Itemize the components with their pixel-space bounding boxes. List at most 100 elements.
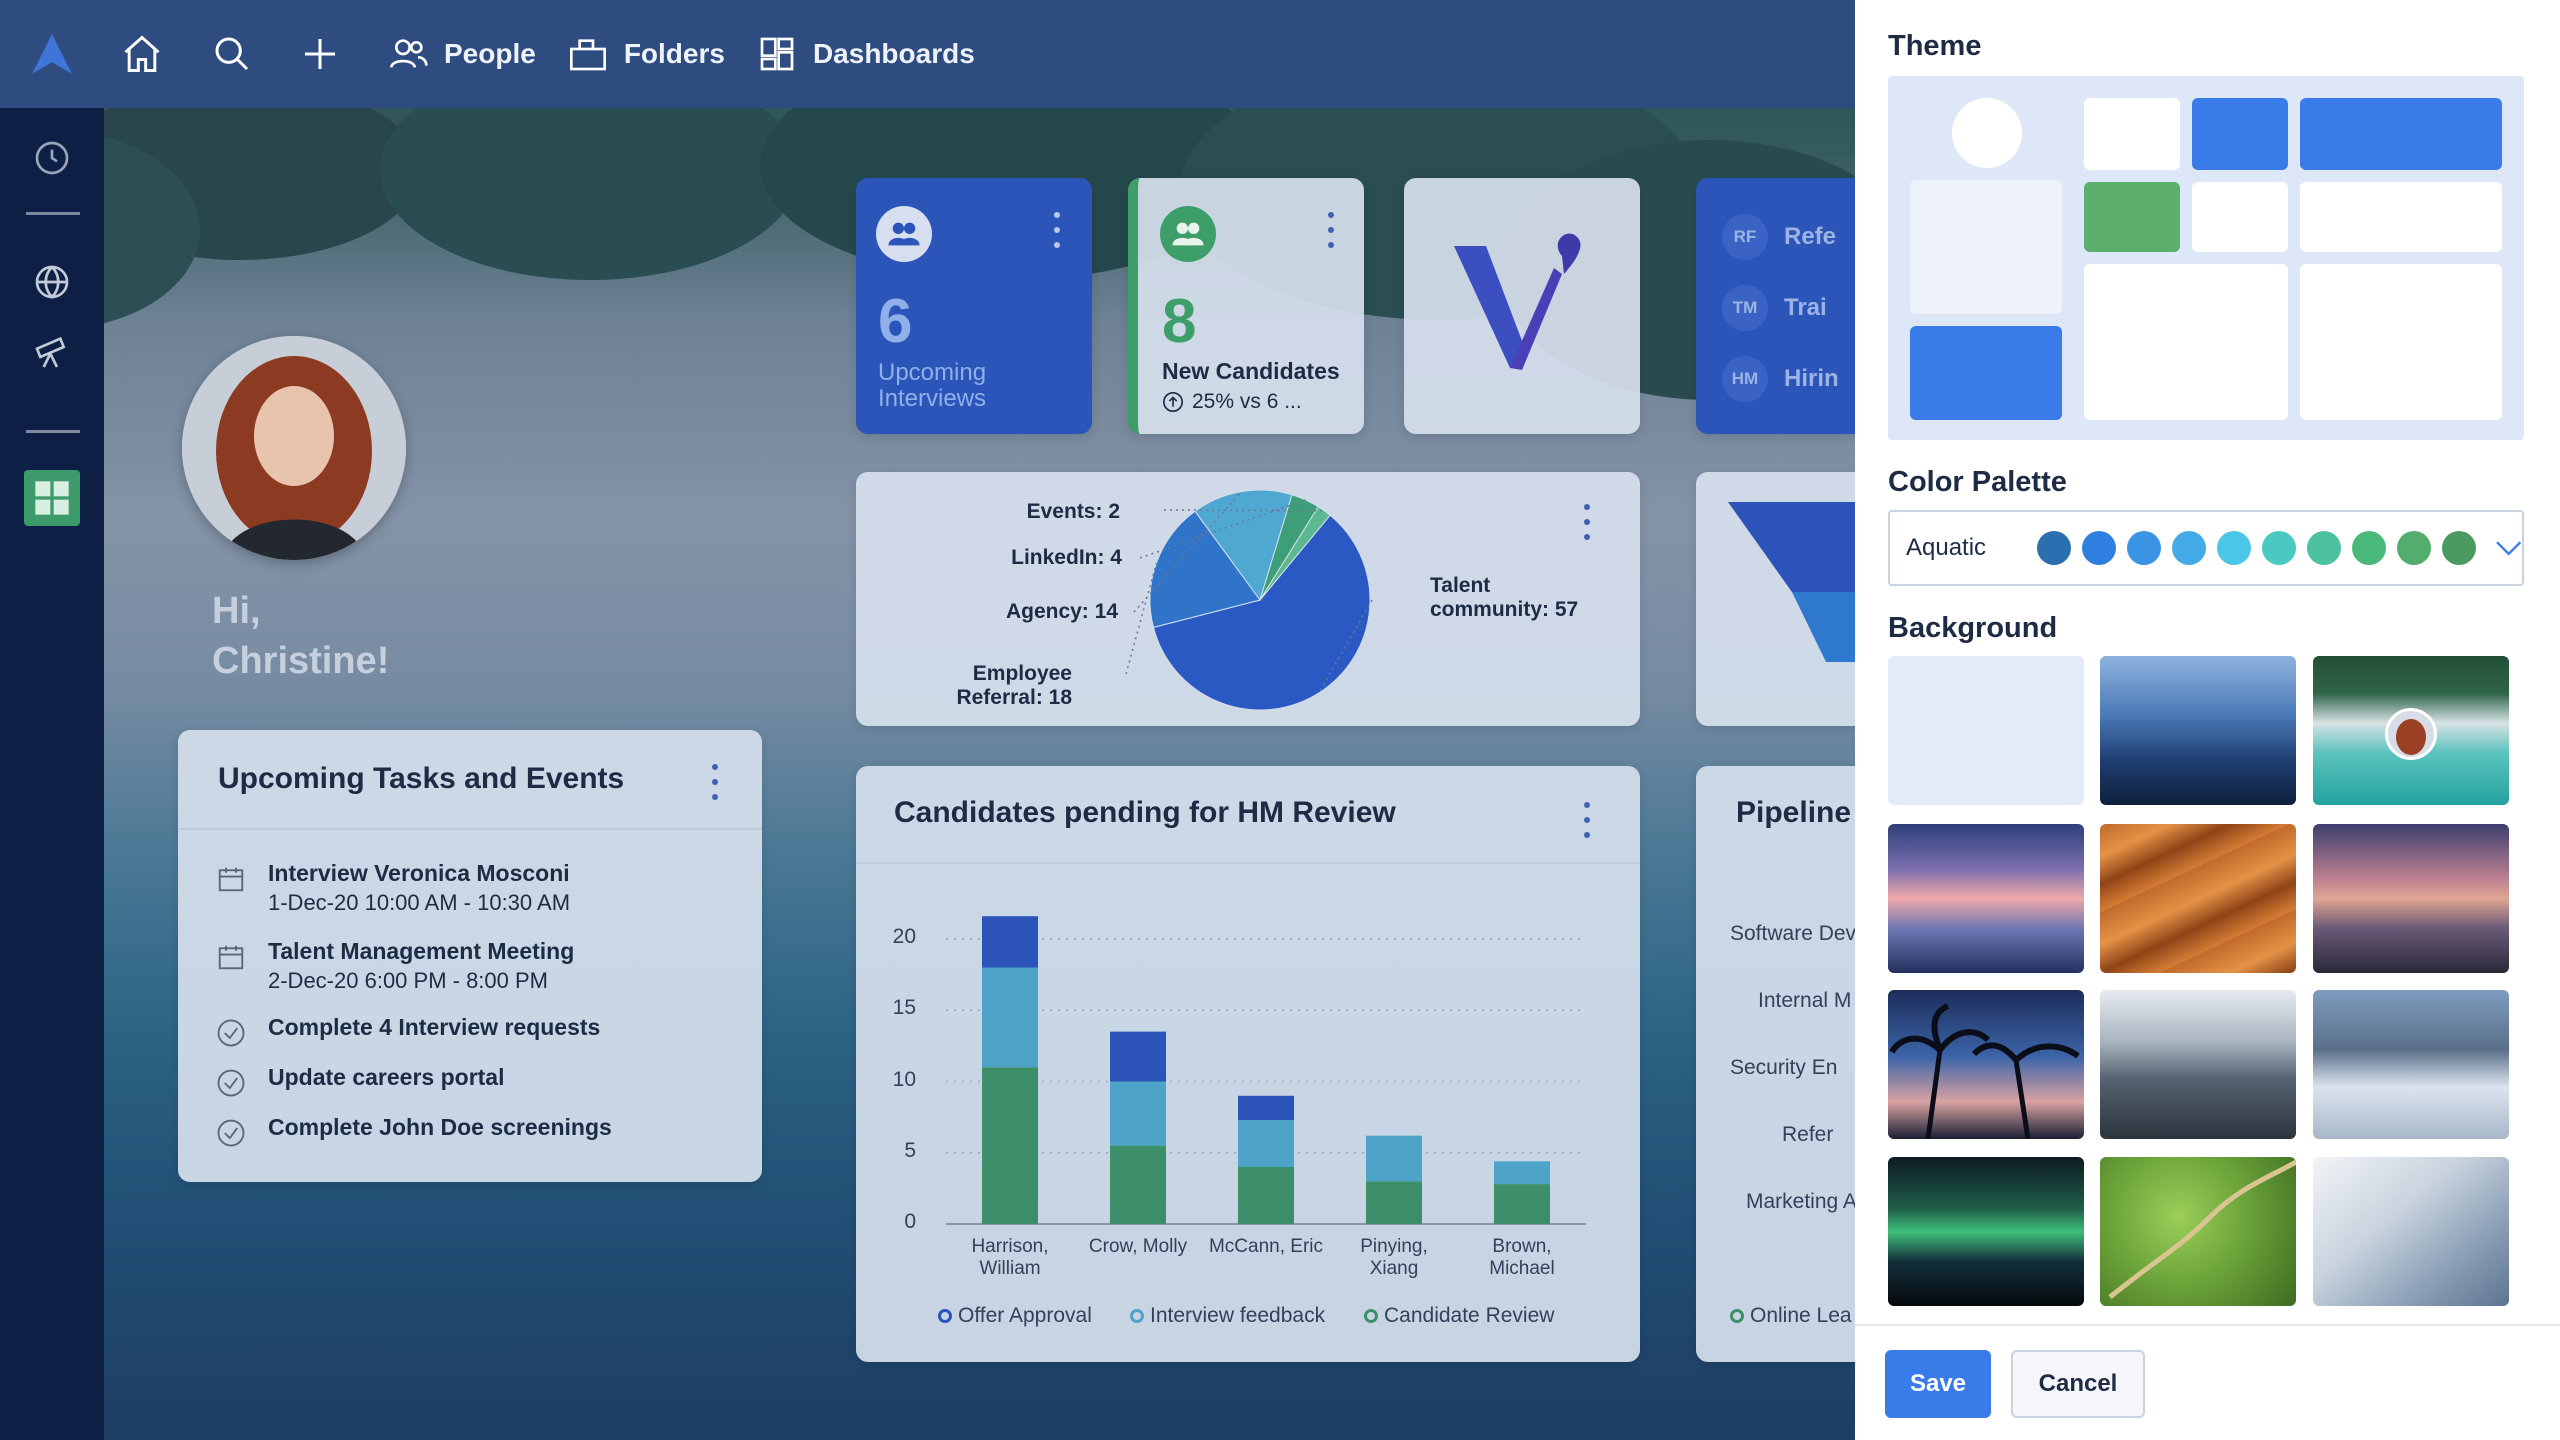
save-button[interactable]: Save (1885, 1350, 1991, 1418)
tasks-menu-icon[interactable] (700, 760, 730, 804)
background-option-sea-stacks[interactable] (2313, 824, 2509, 973)
check-circle-icon (216, 1118, 246, 1148)
theme-preview[interactable] (1888, 76, 2524, 440)
background-option-plain[interactable] (1888, 656, 2084, 805)
background-option-green-leaf[interactable] (2100, 1157, 2296, 1306)
panel-footer-divider (1855, 1324, 2560, 1326)
theme-avatar-swatch (1952, 98, 2022, 168)
background-option-sunset-lake[interactable] (1888, 824, 2084, 973)
kpi-new-candidates[interactable]: 8 New Candidates 25% vs 6 ... (1128, 178, 1364, 434)
bar-segment[interactable] (1238, 1119, 1294, 1167)
quick-link-item[interactable]: TM Trai (1722, 285, 1827, 331)
palette-swatch (2351, 531, 2386, 565)
task-item[interactable]: Complete John Doe screenings (178, 1114, 738, 1178)
palette-swatch (2261, 531, 2296, 565)
palette-swatch (2081, 531, 2116, 565)
telescope-icon[interactable] (28, 328, 76, 376)
background-option-snow-mountains[interactable] (2313, 990, 2509, 1139)
kpi-menu-icon[interactable] (1316, 208, 1346, 252)
task-item[interactable]: Talent Management Meeting 2-Dec-20 6:00 P… (178, 938, 738, 1002)
pipeline-row-label: Internal M (1758, 989, 1852, 1012)
theme-swatch (2300, 98, 2502, 170)
pie-label: LinkedIn: 4 (1011, 546, 1122, 569)
palette-swatch (2306, 531, 2341, 565)
palette-swatch (2171, 531, 2206, 565)
quick-link-label: Trai (1784, 294, 1827, 321)
quick-link-item[interactable]: HM Hirin (1722, 356, 1839, 402)
background-option-mountains[interactable] (2100, 656, 2296, 805)
add-button[interactable] (284, 0, 372, 108)
bar-segment[interactable] (982, 1067, 1038, 1224)
task-item[interactable]: Interview Veronica Mosconi 1-Dec-20 10:00… (178, 860, 738, 924)
bar-segment[interactable] (1494, 1184, 1550, 1224)
background-option-palms[interactable] (1888, 990, 2084, 1139)
dashboard-tiles-icon[interactable] (24, 470, 80, 526)
legend-label: Offer Approval (958, 1304, 1092, 1327)
kpi-value: 8 (1162, 287, 1197, 356)
sidebar-divider (26, 430, 80, 433)
legend-item[interactable]: Offer Approval (938, 1304, 1092, 1328)
app-logo-icon[interactable] (0, 0, 104, 108)
background-option-beach-selected[interactable] (2313, 656, 2509, 805)
bar-segment[interactable] (1110, 1081, 1166, 1146)
dashboards-nav[interactable]: Dashboards (741, 0, 991, 108)
palette-selected-name: Aquatic (1906, 534, 1987, 561)
background-option-dunes[interactable] (2313, 1157, 2509, 1306)
search-button[interactable] (196, 0, 284, 108)
legend-item[interactable]: Interview feedback (1130, 1304, 1325, 1328)
kpi-menu-icon[interactable] (1042, 208, 1072, 252)
theme-swatch (2300, 182, 2502, 252)
legend-label: Interview feedback (1150, 1304, 1326, 1327)
quick-link-label: Hirin (1784, 365, 1839, 392)
pipeline-title: Pipeline (1736, 796, 1852, 829)
home-icon (124, 35, 160, 72)
background-option-desert[interactable] (2100, 824, 2296, 973)
bar-segment[interactable] (1238, 1167, 1294, 1224)
kpi-delta-text: 25% vs 6 ... (1192, 390, 1302, 413)
kpi-label: New Candidates (1162, 358, 1340, 384)
bar-segment[interactable] (1366, 1181, 1422, 1224)
kpi-upcoming-interviews[interactable]: 6 Upcoming Interviews (856, 178, 1092, 434)
task-title: Interview Veronica Mosconi (268, 860, 570, 886)
check-circle-icon (216, 1018, 246, 1048)
background-option-misty-forest[interactable] (2100, 990, 2296, 1139)
folders-nav[interactable]: Folders (552, 0, 741, 108)
company-logo-card (1404, 178, 1640, 434)
check-circle-icon (216, 1068, 246, 1098)
kpi-label: Upcoming Interviews (878, 359, 987, 412)
kpi-delta: 25% vs 6 ... (1162, 390, 1302, 414)
chevron-down-icon (2495, 541, 2521, 556)
bar-segment[interactable] (982, 967, 1038, 1068)
legend-label: Candidate Review (1384, 1304, 1555, 1327)
folders-nav-label: Folders (623, 38, 725, 69)
home-button[interactable] (104, 0, 196, 108)
y-tick-label: 0 (904, 1210, 916, 1233)
x-tick-label: Crow, Molly (1088, 1236, 1188, 1257)
company-logo-icon (1454, 233, 1581, 370)
palette-swatch (2126, 531, 2161, 565)
bar-segment[interactable] (1238, 1095, 1294, 1120)
bar-segment[interactable] (1110, 1031, 1166, 1082)
legend-item[interactable]: Candidate Review (1364, 1304, 1554, 1328)
people-nav[interactable]: People (372, 0, 552, 108)
pie-label: Talent community: 57 (1430, 574, 1579, 621)
quick-link-badge: RF (1722, 214, 1768, 260)
theme-swatch (2192, 98, 2288, 170)
bar-segment[interactable] (982, 916, 1038, 968)
customize-dashboard-panel: Theme Color Palette Aquatic Background S… (1855, 0, 2560, 1440)
globe-icon[interactable] (28, 258, 76, 306)
cancel-button[interactable]: Cancel (2011, 1350, 2145, 1418)
quick-link-item[interactable]: RF Refe (1722, 214, 1836, 260)
background-option-aurora[interactable] (1888, 1157, 2084, 1306)
bar-segment[interactable] (1494, 1161, 1550, 1185)
palette-select[interactable]: Aquatic (1888, 510, 2524, 586)
user-avatar[interactable] (182, 336, 406, 560)
bar-segment[interactable] (1110, 1145, 1166, 1224)
card-divider (178, 828, 762, 830)
task-time: 2-Dec-20 6:00 PM - 8:00 PM (268, 968, 549, 993)
source-pie-card: Talent community: 57 Employee Referral: 1… (856, 472, 1640, 726)
history-icon[interactable] (28, 134, 76, 182)
quick-link-badge: TM (1722, 285, 1768, 331)
bar-segment[interactable] (1366, 1135, 1422, 1182)
pipeline-legend-label: Online Lea (1750, 1304, 1852, 1327)
